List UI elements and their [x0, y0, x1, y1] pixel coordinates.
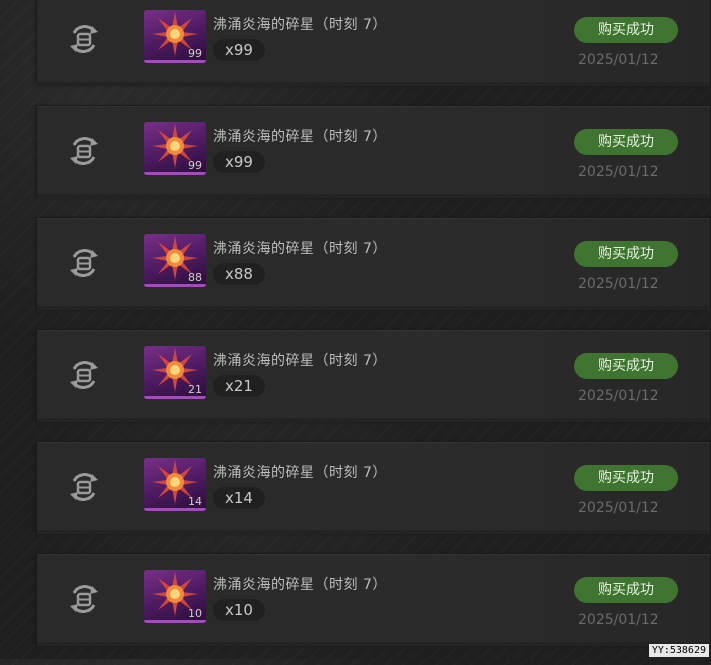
purchase-status-badge: 购买成功: [574, 17, 678, 43]
item-stack-count: 99: [188, 159, 202, 172]
item-name: 沸涌炎海的碎星（时刻 7）: [213, 353, 387, 369]
item-name: 沸涌炎海的碎星（时刻 7）: [213, 465, 387, 481]
item-stack-count: 14: [188, 495, 202, 508]
order-row[interactable]: 99 沸涌炎海的碎星（时刻 7） x99 购买成功 2025/01/12: [36, 105, 711, 198]
purchase-status-badge: 购买成功: [574, 353, 678, 379]
item-stack-count: 21: [188, 383, 202, 396]
quantity-badge: x88: [213, 263, 265, 285]
order-row[interactable]: 21 沸涌炎海的碎星（时刻 7） x21 购买成功 2025/01/12: [36, 329, 711, 422]
order-row[interactable]: 10 沸涌炎海的碎星（时刻 7） x10 购买成功 2025/01/12: [36, 553, 711, 646]
shattered-star-icon[interactable]: 14: [144, 458, 206, 511]
purchase-date: 2025/01/12: [578, 164, 659, 180]
purchase-date: 2025/01/12: [578, 276, 659, 292]
item-stack-count: 88: [188, 271, 202, 284]
purchase-status-badge: 购买成功: [574, 577, 678, 603]
item-name: 沸涌炎海的碎星（时刻 7）: [213, 129, 387, 145]
purchase-date: 2025/01/12: [578, 612, 659, 628]
purchase-date: 2025/01/12: [578, 500, 659, 516]
purchase-status-badge: 购买成功: [574, 129, 678, 155]
refresh-cycle-icon[interactable]: [65, 580, 103, 618]
shattered-star-icon[interactable]: 99: [144, 122, 206, 175]
item-name: 沸涌炎海的碎星（时刻 7）: [213, 577, 387, 593]
shattered-star-icon[interactable]: 88: [144, 234, 206, 287]
refresh-cycle-icon[interactable]: [65, 468, 103, 506]
refresh-cycle-icon[interactable]: [65, 132, 103, 170]
shattered-star-icon[interactable]: 99: [144, 10, 206, 63]
refresh-cycle-icon[interactable]: [65, 20, 103, 58]
watermark-id: YY:538629: [648, 644, 709, 657]
purchase-date: 2025/01/12: [578, 388, 659, 404]
quantity-badge: x99: [213, 39, 265, 61]
order-row[interactable]: 14 沸涌炎海的碎星（时刻 7） x14 购买成功 2025/01/12: [36, 441, 711, 534]
purchase-history-list: 99 沸涌炎海的碎星（时刻 7） x99 购买成功 2025/01/12 99: [36, 0, 711, 665]
quantity-badge: x99: [213, 151, 265, 173]
quantity-badge: x21: [213, 375, 265, 397]
shattered-star-icon[interactable]: 10: [144, 570, 206, 623]
quantity-badge: x10: [213, 599, 265, 621]
item-name: 沸涌炎海的碎星（时刻 7）: [213, 17, 387, 33]
order-row[interactable]: 99 沸涌炎海的碎星（时刻 7） x99 购买成功 2025/01/12: [36, 0, 711, 86]
item-stack-count: 10: [188, 607, 202, 620]
shattered-star-icon[interactable]: 21: [144, 346, 206, 399]
refresh-cycle-icon[interactable]: [65, 356, 103, 394]
order-row[interactable]: 88 沸涌炎海的碎星（时刻 7） x88 购买成功 2025/01/12: [36, 217, 711, 310]
refresh-cycle-icon[interactable]: [65, 244, 103, 282]
quantity-badge: x14: [213, 487, 265, 509]
purchase-status-badge: 购买成功: [574, 465, 678, 491]
purchase-date: 2025/01/12: [578, 52, 659, 68]
purchase-status-badge: 购买成功: [574, 241, 678, 267]
item-stack-count: 99: [188, 47, 202, 60]
item-name: 沸涌炎海的碎星（时刻 7）: [213, 241, 387, 257]
